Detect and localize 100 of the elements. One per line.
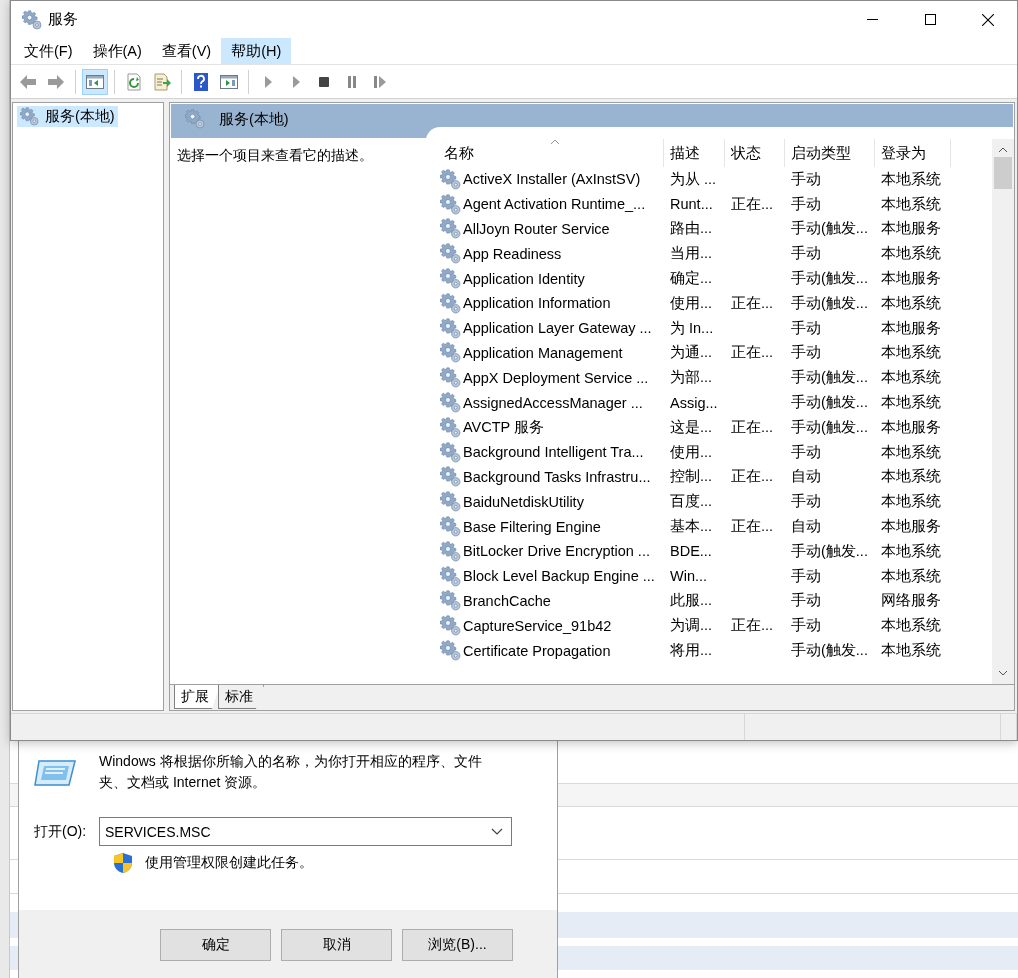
service-name-cell[interactable]: Application Identity <box>438 268 664 290</box>
tree-item[interactable]: 服务(本地) <box>17 106 118 127</box>
startup-type-cell-text: 手动(触发... <box>790 641 869 661</box>
service-name-cell[interactable]: Application Management <box>438 342 664 364</box>
dialog-button[interactable]: 确定 <box>160 929 271 961</box>
description-cell-text: 控制... <box>669 467 714 487</box>
view-tab[interactable]: 标准 <box>218 685 264 709</box>
service-name-cell[interactable]: AssignedAccessManager ... <box>438 392 664 414</box>
startup-type-cell-text: 手动(触发... <box>790 293 869 313</box>
startup-type-cell-text: 手动 <box>790 169 822 189</box>
window-title: 服务 <box>48 10 79 29</box>
chevron-down-icon <box>491 827 503 836</box>
service-name-cell[interactable]: Application Information <box>438 292 664 314</box>
startup-type-cell-text: 手动 <box>790 591 822 611</box>
menu-item[interactable]: 查看(V) <box>151 38 222 64</box>
service-name-cell[interactable]: AllJoyn Router Service <box>438 218 664 240</box>
column-header[interactable]: 登录为 <box>875 139 951 167</box>
service-gear-icon <box>440 615 461 637</box>
open-combo-field[interactable]: SERVICES.MSC <box>99 817 512 846</box>
description-cell-text: 路由... <box>669 219 714 239</box>
service-name-cell[interactable]: Background Tasks Infrastru... <box>438 466 664 488</box>
column-header[interactable]: 描述 <box>664 139 725 167</box>
service-name-cell[interactable]: Background Intelligent Tra... <box>438 441 664 463</box>
service-gear-icon <box>440 168 461 190</box>
view-tab[interactable]: 扩展 <box>174 685 220 709</box>
service-gear-icon <box>440 590 461 612</box>
log-on-cell-text: 本地服务 <box>880 517 942 537</box>
service-name-cell[interactable]: BitLocker Drive Encryption ... <box>438 540 664 562</box>
scrollbar[interactable] <box>992 139 1014 684</box>
scroll-thumb[interactable] <box>994 157 1012 189</box>
startup-type-cell-text: 手动 <box>790 244 822 264</box>
startup-type-cell-text: 手动(触发... <box>790 393 869 413</box>
log-on-cell-text: 本地服务 <box>880 219 942 239</box>
startup-type-cell-text: 手动 <box>790 492 822 512</box>
startup-type-cell-text: 手动(触发... <box>790 541 869 561</box>
service-name-cell[interactable]: Base Filtering Engine <box>438 516 664 538</box>
service-gear-icon <box>440 466 461 488</box>
service-gear-icon <box>440 243 461 265</box>
description-cell-text: 确定... <box>669 269 714 289</box>
admin-note: 使用管理权限创建此任务。 <box>145 854 313 872</box>
description-cell-text: Win... <box>669 568 709 585</box>
column-header[interactable]: 名称 <box>438 139 664 167</box>
service-gear-icon <box>440 516 461 538</box>
status-cell-text: 正在... <box>730 467 775 487</box>
service-name-cell[interactable]: Certificate Propagation <box>438 640 664 662</box>
startup-type-cell-text: 手动(触发... <box>790 269 869 289</box>
description-cell-text: 为部... <box>669 368 714 388</box>
startup-type-cell-text: 手动 <box>790 318 822 338</box>
panel-title: 服务(本地) <box>219 109 289 129</box>
gear-icon <box>20 107 39 126</box>
description-cell-text: 此服... <box>669 591 714 611</box>
menu-item[interactable]: 文件(F) <box>14 38 83 64</box>
service-gear-icon <box>440 268 461 290</box>
log-on-cell-text: 本地系统 <box>880 616 942 636</box>
column-header[interactable]: 状态 <box>725 139 785 167</box>
menu-item[interactable]: 操作(A) <box>82 38 152 64</box>
service-gear-icon <box>440 565 461 587</box>
help-icon <box>191 71 211 92</box>
description-cell-text: 基本... <box>669 517 714 537</box>
column-header[interactable]: 启动类型 <box>785 139 875 167</box>
log-on-cell-text: 本地系统 <box>880 467 942 487</box>
dialog-button[interactable]: 取消 <box>281 929 392 961</box>
service-gear-icon <box>440 193 461 215</box>
service-name-cell[interactable]: ActiveX Installer (AxInstSV) <box>438 168 664 190</box>
status-cell-text: 正在... <box>730 194 775 214</box>
console-tree-button[interactable] <box>82 68 108 95</box>
service-gear-icon <box>440 640 461 662</box>
startup-type-cell-text: 自动 <box>790 467 822 487</box>
service-gear-icon <box>440 392 461 414</box>
export-icon <box>152 71 172 92</box>
scroll-down-icon <box>998 670 1008 676</box>
service-gear-icon <box>440 317 461 339</box>
description-cell-text: 为调... <box>669 616 714 636</box>
service-gear-icon <box>440 416 461 438</box>
description-cell-text: 为 In... <box>669 318 715 338</box>
service-name-cell[interactable]: CaptureService_91b42 <box>438 615 664 637</box>
service-name-cell[interactable]: Agent Activation Runtime_... <box>438 193 664 215</box>
service-name-cell[interactable]: App Readiness <box>438 243 664 265</box>
log-on-cell-text: 本地系统 <box>880 194 942 214</box>
log-on-cell-text: 本地服务 <box>880 417 942 437</box>
service-name-cell[interactable]: Application Layer Gateway ... <box>438 317 664 339</box>
log-on-cell-text: 本地系统 <box>880 368 942 388</box>
log-on-cell-text: 本地系统 <box>880 393 942 413</box>
service-name-cell[interactable]: AppX Deployment Service ... <box>438 367 664 389</box>
description-cell-text: 使用... <box>669 442 714 462</box>
startup-type-cell-text: 手动(触发... <box>790 417 869 437</box>
service-name-cell[interactable]: BaiduNetdiskUtility <box>438 491 664 513</box>
run-message: Windows 将根据你所输入的名称，为你打开相应的程序、文件夹、文档或 Internet 资源。 <box>99 752 483 792</box>
description-cell-text: Assig... <box>669 394 719 411</box>
service-name-cell[interactable]: AVCTP 服务 <box>438 416 664 438</box>
log-on-cell-text: 本地服务 <box>880 269 942 289</box>
log-on-cell-text: 本地系统 <box>880 541 942 561</box>
shield-icon <box>113 852 133 874</box>
gear-icon <box>185 109 205 129</box>
dialog-button[interactable]: 浏览(B)... <box>402 929 513 961</box>
service-name-cell[interactable]: Block Level Backup Engine ... <box>438 565 664 587</box>
status-cell-text: 正在... <box>730 293 775 313</box>
menu-item[interactable]: 帮助(H) <box>221 38 292 64</box>
service-name-cell[interactable]: BranchCache <box>438 590 664 612</box>
description-cell-text: BDE... <box>669 543 713 560</box>
